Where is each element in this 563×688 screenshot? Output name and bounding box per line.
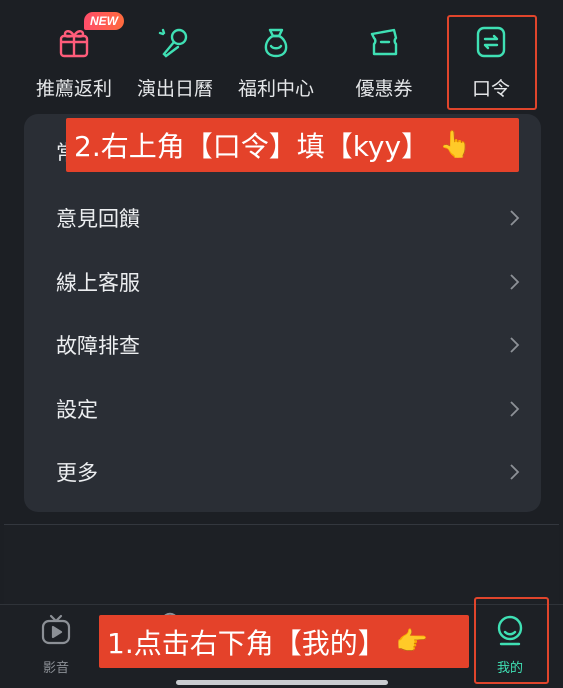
money-bag-icon: [256, 22, 296, 62]
tv-play-icon: [39, 613, 73, 651]
menu-item-label: 意見回饋: [56, 207, 140, 231]
instruction-callout-top: 2.右上角【口令】填【kyy】 👆: [66, 118, 519, 172]
chevron-right-icon: [509, 462, 521, 482]
pointing-up-icon: 👆: [439, 130, 472, 160]
shortcut-welfare-center[interactable]: 福利中心: [226, 0, 326, 112]
pointing-right-icon: 👉: [395, 626, 429, 657]
callout-text: 2.右上角【口令】填【kyy】: [74, 130, 430, 163]
menu-item-label: 更多: [56, 461, 98, 485]
new-badge: NEW: [84, 12, 124, 30]
menu-card: 常 意見回饋 線上客服 故障排查 設定 更多: [24, 114, 541, 512]
shortcut-label: 推薦返利: [35, 78, 112, 100]
tab-label: 影音: [42, 661, 69, 676]
chevron-right-icon: [509, 335, 521, 355]
microphone-icon: [155, 22, 195, 62]
callout-text: 1.点击右下角【我的】: [107, 626, 386, 660]
menu-item-troubleshoot[interactable]: 故障排查: [24, 313, 541, 377]
shortcut-label: 福利中心: [237, 78, 314, 100]
content-area: [4, 524, 559, 604]
shortcut-coupon[interactable]: 優惠券: [334, 0, 434, 112]
shortcut-label: 演出日曆: [136, 78, 213, 100]
menu-item-settings[interactable]: 設定: [24, 377, 541, 441]
coupon-icon: [364, 22, 404, 62]
instruction-callout-bottom: 1.点击右下角【我的】 👉: [99, 615, 469, 668]
menu-item-label: 線上客服: [56, 271, 140, 295]
tab-video[interactable]: 影音: [21, 613, 91, 683]
chevron-right-icon: [509, 272, 521, 292]
menu-item-more[interactable]: 更多: [24, 440, 541, 504]
shortcut-label: 優惠券: [355, 78, 413, 100]
menu-item-feedback[interactable]: 意見回饋: [24, 186, 541, 250]
chevron-right-icon: [509, 399, 521, 419]
home-indicator[interactable]: [176, 680, 388, 685]
menu-item-online-support[interactable]: 線上客服: [24, 250, 541, 314]
menu-item-label: 設定: [56, 398, 98, 422]
shortcut-show-calendar[interactable]: 演出日曆: [125, 0, 225, 112]
highlight-box-passcode: [447, 15, 537, 110]
chevron-right-icon: [509, 208, 521, 228]
highlight-box-mine: [474, 597, 549, 684]
menu-item-label: 故障排查: [56, 334, 140, 358]
